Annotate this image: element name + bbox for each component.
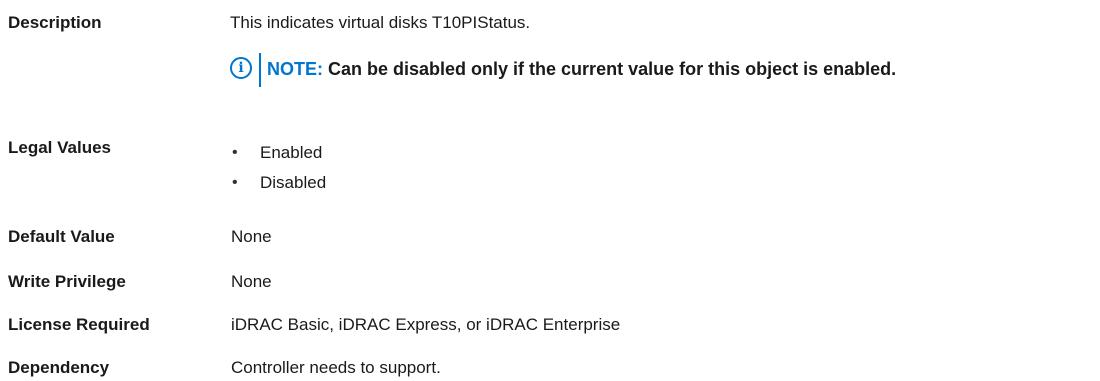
note-text: NOTE: Can be disabled only if the curren… — [267, 57, 896, 81]
description-label: Description — [8, 13, 102, 32]
legal-value-enabled: Enabled — [260, 143, 323, 162]
legal-values-label: Legal Values — [8, 138, 111, 157]
default-value-value: None — [231, 227, 272, 246]
dependency-label: Dependency — [8, 358, 110, 377]
note-divider — [259, 53, 261, 87]
bullet-icon: • — [232, 144, 238, 161]
note-prefix: NOTE: — [267, 59, 323, 79]
default-value-label: Default Value — [8, 227, 115, 246]
license-required-value: iDRAC Basic, iDRAC Express, or iDRAC Ent… — [231, 315, 621, 334]
legal-values-list: • Enabled • Disabled — [230, 138, 326, 198]
license-required-label: License Required — [8, 315, 150, 334]
attribute-definition: Description This indicates virtual disks… — [0, 0, 1100, 381]
list-item: • Enabled — [230, 138, 326, 168]
note-body: Can be disabled only if the current valu… — [328, 59, 897, 79]
write-privilege-value: None — [231, 272, 272, 291]
write-privilege-label: Write Privilege — [8, 272, 126, 291]
dependency-value: Controller needs to support. — [231, 358, 441, 377]
legal-value-disabled: Disabled — [260, 173, 327, 192]
description-value: This indicates virtual disks T10PIStatus… — [230, 13, 531, 32]
bullet-icon: • — [232, 174, 238, 191]
list-item: • Disabled — [230, 168, 326, 198]
info-icon: i — [230, 57, 252, 79]
